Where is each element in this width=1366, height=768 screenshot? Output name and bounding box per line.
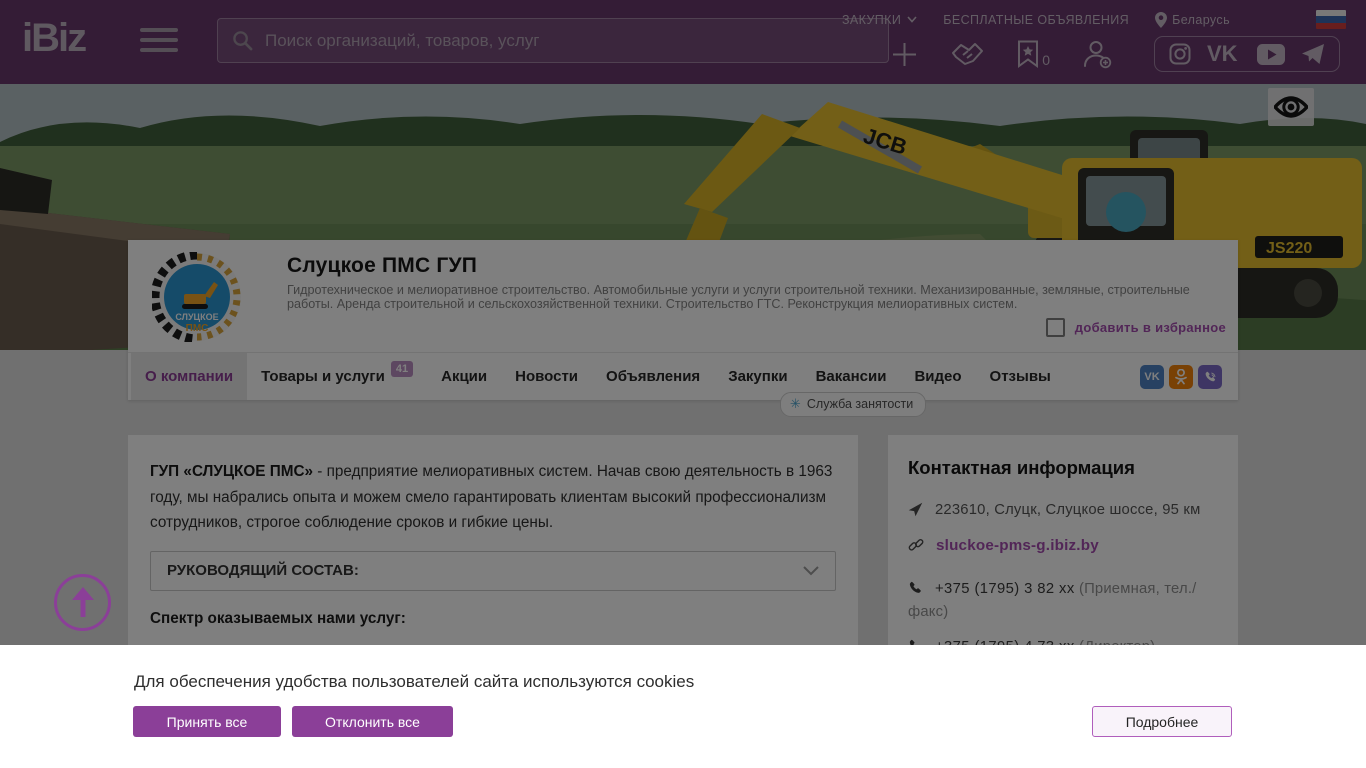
cookie-message: Для обеспечения удобства пользователей с… [134,672,694,692]
cookie-decline-button[interactable]: Отклонить все [292,706,453,737]
page: JS220 JCB iBiz [0,0,1366,768]
cookie-details-button[interactable]: Подробнее [1092,706,1232,737]
cookie-banner: Для обеспечения удобства пользователей с… [0,645,1366,768]
scroll-to-top-button[interactable] [54,574,111,631]
arrow-up-icon [70,587,96,619]
cookie-accept-button[interactable]: Принять все [133,706,281,737]
